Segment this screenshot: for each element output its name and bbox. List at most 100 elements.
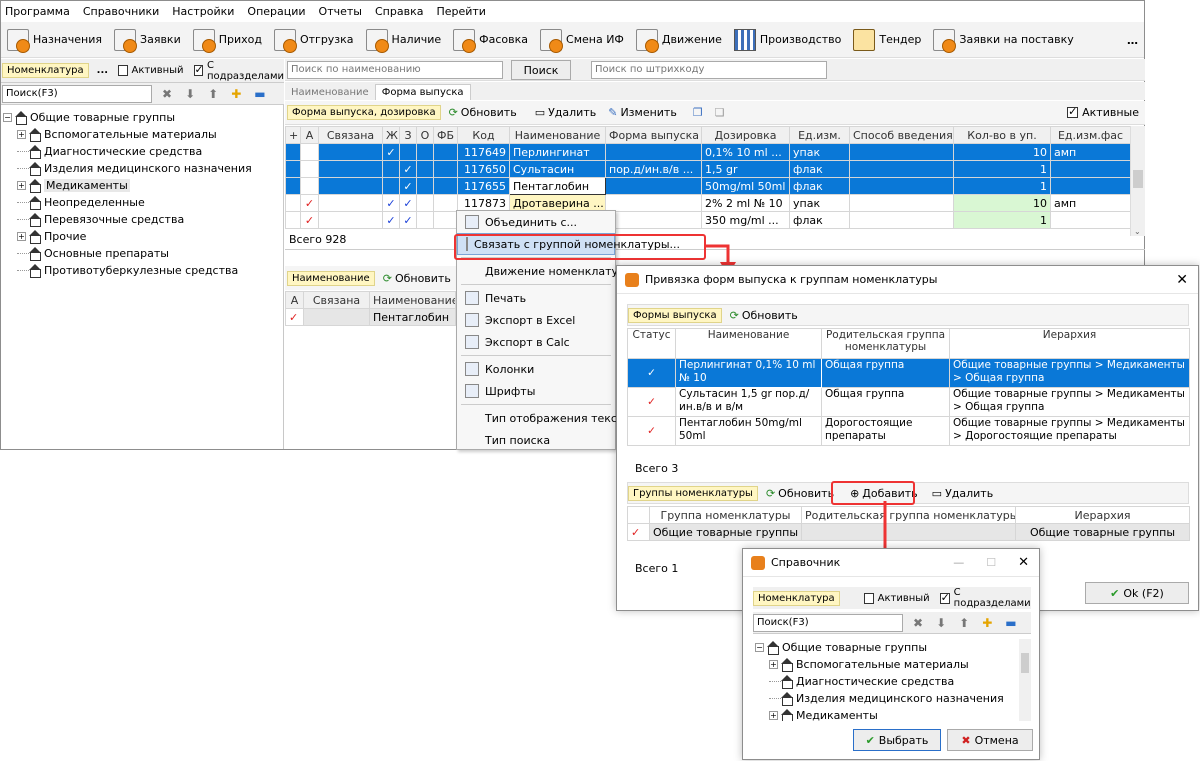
menu-item[interactable]: Справочники: [83, 5, 159, 18]
tree-item[interactable]: + Прочие: [3, 228, 281, 245]
refresh-button[interactable]: Обновить: [461, 106, 517, 119]
table-row[interactable]: ✓ ✓ 117655 Пентаглобин 50mg/ml 50ml флак 1: [285, 177, 1131, 195]
column-header[interactable]: Группа номенклатуры: [649, 506, 802, 524]
tree-item[interactable]: + Вспомогательные материалы: [755, 656, 1017, 673]
menu-item[interactable]: Настройки: [172, 5, 234, 18]
menu-item[interactable]: Перейти: [436, 5, 486, 18]
remove-icon[interactable]: ▬: [254, 87, 265, 101]
dialog1-refresh-button[interactable]: Обновить: [742, 309, 798, 322]
maximize-icon[interactable]: ☐: [986, 556, 996, 569]
context-menu-item[interactable]: Экспорт в Calc: [457, 331, 615, 353]
toolbar-button[interactable]: Смена ИФ: [534, 25, 630, 55]
bottom-refresh-icon[interactable]: ⟳: [383, 272, 392, 285]
context-menu-item[interactable]: Тип поиска: [457, 429, 615, 451]
context-menu-item[interactable]: Движение номенклатуры...: [457, 260, 644, 282]
arrow-up-icon[interactable]: ⬆: [959, 616, 969, 630]
expand-icon[interactable]: +: [17, 181, 26, 190]
column-header[interactable]: З: [399, 126, 417, 144]
subtab-form-dosage[interactable]: Форма выпуска, дозировка: [287, 105, 441, 120]
paste-icon[interactable]: ❏: [715, 106, 725, 119]
tab-release-form[interactable]: Форма выпуска: [374, 84, 471, 100]
context-menu-item[interactable]: Колонки: [457, 358, 615, 380]
left-search-input[interactable]: Поиск(F3): [2, 84, 152, 103]
column-header[interactable]: А: [285, 291, 304, 309]
table-row[interactable]: ✓ Общие товарные группы Общие товарные гру…: [627, 523, 1190, 541]
context-menu-item[interactable]: Тип отображения текста: [457, 407, 630, 429]
table-row[interactable]: ✓ ✓ 117650 Сультасин пор.д/ин.в/в ... 1,5 gr ф…: [285, 160, 1131, 178]
dialog2-active-checkbox[interactable]: [863, 592, 874, 604]
tree-item[interactable]: Основные препараты: [3, 245, 281, 262]
expand-icon[interactable]: +: [17, 232, 26, 241]
tree-item[interactable]: + Вспомогательные материалы: [3, 126, 281, 143]
column-header[interactable]: Кол-во в уп.: [953, 126, 1051, 144]
close-icon[interactable]: ✕: [1018, 555, 1029, 570]
select-button[interactable]: ✔ Выбрать: [853, 729, 941, 751]
expand-icon[interactable]: +: [17, 130, 26, 139]
delete-icon[interactable]: ▭: [932, 487, 942, 500]
more-button[interactable]: ...: [97, 65, 108, 76]
table-row[interactable]: ✓ ✓ ✓ 117873 Дротаверина ... 2% 2 ml № 10 упак…: [285, 194, 1131, 212]
minimize-icon[interactable]: —: [953, 556, 964, 569]
column-header[interactable]: Иерархия: [1015, 506, 1190, 524]
column-header[interactable]: Дозировка: [701, 126, 790, 144]
column-header[interactable]: Статус: [627, 328, 676, 359]
dialog2-scrollbar[interactable]: [1019, 639, 1031, 721]
active-only-checkbox[interactable]: [1067, 105, 1079, 118]
groups-refresh-button[interactable]: Обновить: [778, 487, 834, 500]
table-row[interactable]: ✓ Пентаглобин 50mg/ml 50ml Дорогостоящие п…: [627, 416, 1190, 446]
expand-icon[interactable]: +: [769, 711, 778, 720]
tree-item[interactable]: Изделия медицинского назначения: [755, 690, 1017, 707]
delete-button[interactable]: Удалить: [548, 106, 596, 119]
clear-icon[interactable]: ✖: [913, 616, 923, 630]
column-header[interactable]: Наименование: [675, 328, 822, 359]
column-header[interactable]: ФБ: [433, 126, 458, 144]
column-header[interactable]: Ед.изм.: [789, 126, 850, 144]
column-header[interactable]: Связана: [303, 291, 370, 309]
context-menu-item[interactable]: Печать: [457, 287, 615, 309]
toolbar-button[interactable]: Движение: [630, 25, 728, 55]
dialog1-refresh-icon[interactable]: ⟳: [730, 309, 739, 322]
column-header[interactable]: А: [300, 126, 319, 144]
groups-refresh-icon[interactable]: ⟳: [766, 487, 775, 500]
remove-icon[interactable]: ▬: [1005, 616, 1016, 630]
dialog2-tree-root[interactable]: − Общие товарные группы: [755, 639, 1017, 656]
bottom-refresh-button[interactable]: Обновить: [395, 272, 451, 285]
tree-item[interactable]: + Медикаменты: [3, 177, 281, 194]
edit-icon[interactable]: ✎: [608, 106, 617, 119]
refresh-icon[interactable]: ⟳: [449, 106, 458, 119]
table-row[interactable]: ✓ Перлингинат 0,1% 10 ml № 10 Общая группа…: [627, 358, 1190, 388]
toolbar-button[interactable]: Тендер: [847, 25, 927, 55]
toolbar-button[interactable]: Заявки: [108, 25, 187, 55]
tab-nomenclature[interactable]: Номенклатура: [2, 63, 89, 78]
column-header[interactable]: Наименование: [369, 291, 456, 309]
column-header[interactable]: Ед.изм.фас: [1050, 126, 1131, 144]
tab-name[interactable]: Наименование: [285, 85, 375, 100]
add-icon[interactable]: ✚: [231, 87, 241, 101]
toolbar-button[interactable]: Производство: [728, 25, 847, 55]
delete-group-button[interactable]: Удалить: [945, 487, 993, 500]
grid-scrollbar[interactable]: ⌄: [1130, 126, 1145, 236]
scrollbar-thumb[interactable]: [1133, 170, 1143, 188]
column-header[interactable]: Иерархия: [949, 328, 1190, 359]
column-header[interactable]: +: [285, 126, 301, 144]
table-row[interactable]: ✓ ✓ ✓ 350 mg/ml ... флак 1: [285, 211, 1131, 229]
bottom-tab-name[interactable]: Наименование: [287, 270, 375, 286]
column-header[interactable]: Родительская группа номенклатуры: [821, 328, 950, 359]
dialog2-subsections-checkbox[interactable]: [939, 591, 950, 604]
menu-item[interactable]: Программа: [5, 5, 70, 18]
tree-item[interactable]: Противотуберкулезные средства: [3, 262, 281, 279]
scrollbar-thumb[interactable]: [1021, 653, 1029, 673]
toolbar-button[interactable]: Приход: [187, 25, 268, 55]
column-header[interactable]: О: [416, 126, 434, 144]
menu-item[interactable]: Отчеты: [319, 5, 362, 18]
menu-item[interactable]: Операции: [247, 5, 305, 18]
column-header[interactable]: Связана: [318, 126, 383, 144]
toolbar-overflow-icon[interactable]: …: [1127, 34, 1138, 47]
context-menu-item[interactable]: Экспорт в Excel: [457, 309, 615, 331]
collapse-icon[interactable]: −: [3, 113, 12, 122]
expand-icon[interactable]: +: [769, 660, 778, 669]
clear-icon[interactable]: ✖: [162, 87, 172, 101]
active-checkbox[interactable]: [118, 65, 128, 76]
close-icon[interactable]: ✕: [1176, 272, 1188, 288]
tree-item[interactable]: Неопределенные: [3, 194, 281, 211]
